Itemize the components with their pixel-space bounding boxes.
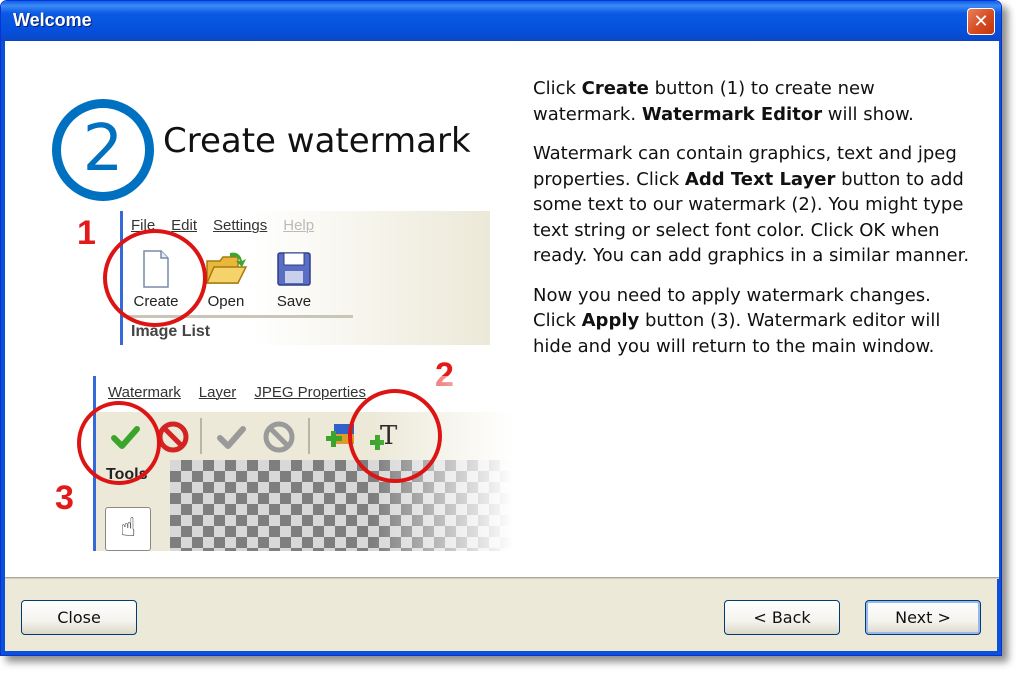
- text-run: will show.: [822, 103, 914, 125]
- apply-highlight-circle: [77, 401, 161, 485]
- add-text-layer-keyword: Add Text Layer: [684, 168, 836, 190]
- open-tool-label: Open: [207, 293, 245, 310]
- title-bar[interactable]: Welcome ✕: [1, 1, 1001, 41]
- menu-jpeg-properties: JPEG Properties: [254, 384, 367, 401]
- text-run: Click: [533, 78, 582, 99]
- cancel-disabled-icon: [263, 421, 295, 453]
- floppy-disk-icon: [277, 252, 311, 286]
- close-window-button[interactable]: ✕: [967, 8, 995, 35]
- menu-watermark: Watermark: [108, 384, 181, 401]
- callout-label-3: 3: [55, 479, 74, 517]
- window-frame-bottom: [1, 651, 1001, 655]
- welcome-dialog: Welcome ✕ 2 Create watermark 1 File Edit…: [0, 0, 1002, 656]
- cancel-icon: [157, 421, 189, 453]
- add-text-highlight-circle: [348, 389, 442, 483]
- back-button[interactable]: < Back: [724, 600, 840, 635]
- window-title: Welcome: [13, 10, 92, 30]
- open-folder-icon: [205, 252, 248, 284]
- menu-help: Help: [283, 217, 315, 234]
- instruction-paragraph-2: Watermark can contain graphics, text and…: [533, 141, 973, 269]
- callout-label-1: 1: [77, 214, 96, 252]
- toolbar-separator: [200, 418, 202, 454]
- create-keyword: Create: [581, 78, 649, 99]
- editor-menu-bar: Watermark Layer JPEG Properties: [108, 384, 366, 401]
- toolbar-separator: [308, 418, 310, 454]
- menu-edit: Edit: [171, 217, 198, 234]
- save-tool: Save: [263, 249, 325, 310]
- watermark-editor-screenshot: Watermark Layer JPEG Properties Tools: [93, 376, 513, 551]
- apply-keyword: Apply: [581, 310, 640, 331]
- watermark-editor-keyword: Watermark Editor: [641, 103, 823, 125]
- hand-tool-icon: ☝: [105, 507, 151, 551]
- instructions-text: Click Create button (1) to create new wa…: [533, 76, 973, 373]
- next-button[interactable]: Next >: [865, 600, 981, 635]
- close-button[interactable]: Close: [21, 600, 137, 635]
- content-area: 2 Create watermark 1 File Edit Settings …: [5, 41, 999, 577]
- step-number-badge: 2: [52, 99, 154, 201]
- instruction-paragraph-1: Click Create button (1) to create new wa…: [533, 76, 973, 127]
- create-highlight-circle: [103, 229, 207, 327]
- menu-layer: Layer: [198, 384, 237, 401]
- menu-settings: Settings: [213, 217, 268, 234]
- save-tool-label: Save: [276, 293, 312, 310]
- instruction-paragraph-3: Now you need to apply watermark changes.…: [533, 283, 973, 360]
- footer-divider: [5, 577, 999, 579]
- step-title: Create watermark: [163, 121, 471, 161]
- apply-disabled-icon: [217, 426, 246, 449]
